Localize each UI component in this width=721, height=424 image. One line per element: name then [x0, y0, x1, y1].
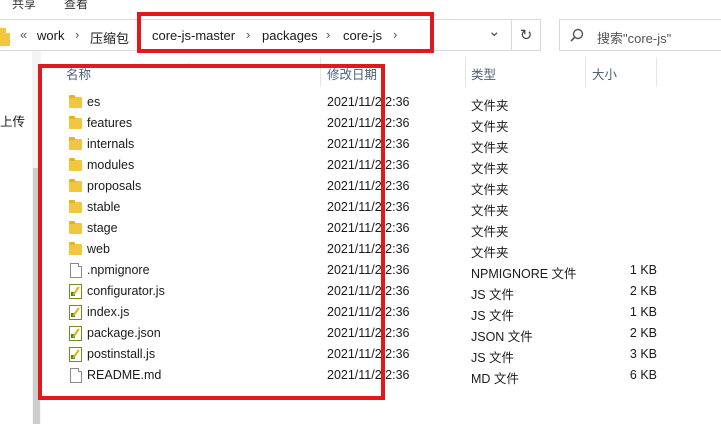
file-type: 文件夹	[471, 120, 509, 134]
file-size: 6 KB	[629, 368, 657, 382]
annotation-frame-path	[137, 12, 434, 53]
refresh-button[interactable]: ↻	[511, 19, 541, 51]
file-type: JS 文件	[471, 288, 515, 302]
file-type: 文件夹	[471, 183, 509, 197]
breadcrumb-separator-icon[interactable]: ›	[75, 27, 79, 42]
navigation-pane[interactable]	[0, 51, 32, 424]
refresh-icon: ↻	[519, 27, 533, 44]
file-size: 2 KB	[629, 326, 657, 340]
search-placeholder[interactable]: 搜索"core-js"	[597, 28, 671, 47]
file-type: 文件夹	[471, 225, 509, 239]
file-size: 3 KB	[629, 347, 657, 361]
file-type: 文件夹	[471, 246, 509, 260]
file-type: JS 文件	[471, 351, 515, 365]
address-dropdown-icon[interactable]: ⌄	[488, 22, 501, 40]
file-type: 文件夹	[471, 162, 509, 176]
file-type: 文件夹	[471, 99, 509, 113]
ribbon-tab-share[interactable]: 共享	[12, 0, 36, 12]
file-size: 1 KB	[629, 305, 657, 319]
nav-item-upload[interactable]: 上传	[0, 111, 25, 130]
breadcrumb-archive[interactable]: 压缩包	[90, 28, 129, 47]
annotation-frame-files	[38, 64, 385, 400]
column-divider[interactable]	[656, 57, 657, 87]
breadcrumb-overflow-icon[interactable]: «	[20, 27, 27, 42]
folder-icon	[0, 33, 10, 46]
file-type: JS 文件	[471, 309, 515, 323]
column-divider[interactable]	[585, 57, 586, 87]
file-type: 文件夹	[471, 141, 509, 155]
search-icon	[570, 28, 584, 42]
file-type: MD 文件	[471, 372, 519, 386]
file-size: 1 KB	[629, 263, 657, 277]
column-header-type[interactable]: 类型	[471, 64, 496, 83]
column-header-size[interactable]: 大小	[592, 64, 617, 83]
ribbon-tab-view[interactable]: 查看	[64, 0, 88, 12]
file-type: JSON 文件	[471, 330, 533, 344]
file-type: 文件夹	[471, 204, 509, 218]
column-divider[interactable]	[465, 57, 466, 87]
breadcrumb-work[interactable]: work	[37, 28, 64, 43]
file-type: NPMIGNORE 文件	[471, 267, 577, 281]
file-size: 2 KB	[629, 284, 657, 298]
